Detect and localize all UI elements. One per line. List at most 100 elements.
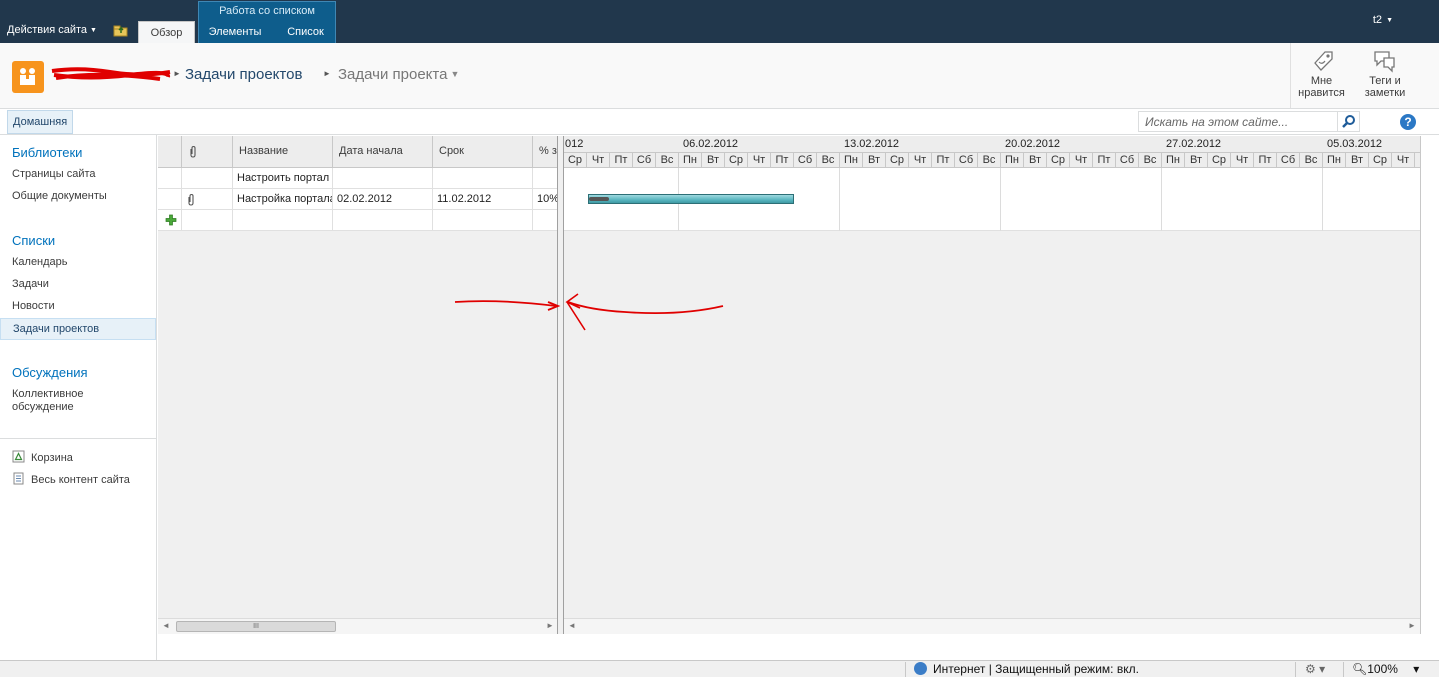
scroll-left-icon[interactable]: ◄ (568, 621, 576, 630)
week-label: 06.02.2012 (683, 138, 739, 150)
add-item-cell[interactable] (158, 210, 182, 231)
help-icon[interactable]: ? (1400, 114, 1416, 130)
all-site-content-link[interactable]: Весь контент сайта (12, 472, 130, 486)
tab-list[interactable]: Список (277, 21, 334, 43)
zoom-level: 100% (1367, 662, 1398, 676)
search-input[interactable]: Искать на этом сайте... (1138, 111, 1338, 132)
table-row[interactable]: Настройка портала 02.02.2012 11.02.2012 … (158, 189, 560, 210)
row-selector[interactable] (158, 168, 182, 189)
nav-header-lists[interactable]: Списки (12, 233, 55, 248)
scroll-right-icon[interactable]: ► (1408, 621, 1416, 630)
nav-header-libraries[interactable]: Библиотеки (12, 145, 82, 160)
day-label: Сб (1277, 153, 1300, 168)
due-date-cell[interactable] (433, 168, 533, 189)
grid-header-due-date[interactable]: Срок (433, 136, 533, 168)
empty-cell[interactable] (182, 210, 233, 231)
chevron-down-icon: ▾ (1413, 662, 1420, 676)
status-divider (1343, 662, 1344, 677)
note-board-icon (1374, 51, 1395, 73)
day-label: Сб (633, 153, 656, 168)
day-label: Вс (656, 153, 679, 168)
breadcrumb-view-selector[interactable]: Задачи проекта ▼ (338, 66, 459, 83)
site-actions-menu[interactable]: Действия сайта ▼ (7, 24, 97, 36)
start-date-cell[interactable]: 02.02.2012 (333, 189, 433, 210)
add-icon[interactable] (165, 214, 177, 226)
tab-items[interactable]: Элементы (201, 21, 269, 43)
scroll-left-icon[interactable]: ◄ (162, 621, 170, 630)
annotation-arrows (454, 293, 724, 331)
list-tools-title: Работа со списком (219, 5, 315, 17)
tab-browse[interactable]: Обзор (138, 21, 195, 43)
scroll-right-icon[interactable]: ► (546, 621, 554, 630)
grid-header-start-date[interactable]: Дата начала (333, 136, 433, 168)
gantt-chart-pane: 012 06.02.2012 13.02.2012 20.02.2012 27.… (564, 136, 1421, 634)
tags-notes-button[interactable]: Теги и заметки (1354, 43, 1416, 108)
start-date-cell[interactable] (333, 168, 433, 189)
security-zone[interactable]: Интернет | Защищенный режим: вкл. (914, 662, 1139, 676)
chart-horizontal-scrollbar[interactable]: ◄ ► (564, 618, 1420, 634)
topnav-home-link[interactable]: Домашняя (7, 110, 74, 134)
day-label: Вт (1024, 153, 1047, 168)
day-label: Ср (1208, 153, 1231, 168)
empty-cell[interactable] (233, 210, 333, 231)
week-gridline (839, 168, 840, 231)
grid-horizontal-scrollbar[interactable]: ◄ III ► (158, 618, 560, 634)
nav-header-discussions[interactable]: Обсуждения (12, 365, 88, 380)
nav-item-news[interactable]: Новости (12, 300, 55, 312)
chevron-down-icon: ▼ (90, 27, 97, 34)
day-label: Ср (564, 153, 587, 168)
site-content-icon (13, 472, 24, 485)
gantt-task-bar[interactable] (588, 194, 794, 204)
nav-item-team-discussion-line2[interactable]: обсуждение (12, 401, 74, 413)
gantt-week-header: 012 06.02.2012 13.02.2012 20.02.2012 27.… (564, 136, 1420, 153)
breadcrumb-list-link[interactable]: Задачи проектов (185, 66, 302, 83)
day-label: Пт (1093, 153, 1116, 168)
grid-header-title[interactable]: Название (233, 136, 333, 168)
row-selector[interactable] (158, 189, 182, 210)
zoom-icon: 🔍︎ (1352, 662, 1368, 676)
protected-mode-tools[interactable]: ⚙ ▾ (1305, 662, 1325, 676)
chevron-down-icon: ▼ (1386, 17, 1393, 24)
nav-item-tasks[interactable]: Задачи (12, 278, 49, 290)
zoom-control[interactable]: 🔍︎100% ▾ (1352, 662, 1419, 676)
table-row[interactable]: Настроить портал (158, 168, 560, 189)
recycle-bin-link[interactable]: Корзина (12, 450, 73, 464)
chevron-down-icon: ▾ (1319, 662, 1326, 676)
due-date-cell[interactable]: 11.02.2012 (433, 189, 533, 210)
empty-cell[interactable] (433, 210, 533, 231)
new-item-row[interactable] (158, 210, 560, 231)
nav-item-project-tasks[interactable]: Задачи проектов (0, 318, 156, 340)
navigate-up-icon[interactable] (113, 24, 129, 37)
nav-item-team-discussion-line1[interactable]: Коллективное (12, 388, 84, 400)
user-menu[interactable]: t2 ▼ (1373, 14, 1393, 26)
i-like-it-button[interactable]: Мне нравится (1290, 43, 1352, 108)
nav-item-site-pages[interactable]: Страницы сайта (12, 168, 96, 180)
day-label: Вт (1346, 153, 1369, 168)
breadcrumb-separator-icon: ► (323, 69, 331, 78)
tags-notes-label-2: заметки (1364, 87, 1406, 99)
paperclip-icon (188, 193, 194, 206)
day-label: Сб (1116, 153, 1139, 168)
grid-header-attachment[interactable] (182, 136, 233, 168)
day-label: Вт (863, 153, 886, 168)
title-cell[interactable]: Настроить портал (233, 168, 333, 189)
empty-cell[interactable] (333, 210, 433, 231)
week-label: 27.02.2012 (1166, 138, 1222, 150)
day-label: Сб (955, 153, 978, 168)
search-button[interactable] (1338, 111, 1360, 132)
attachment-cell (182, 168, 233, 189)
title-area: ► Задачи проектов ► Задачи проекта ▼ Мне … (0, 43, 1439, 109)
globe-icon (914, 662, 927, 675)
week-label: 20.02.2012 (1005, 138, 1061, 150)
gantt-day-header: Ср Чт Пт Сб Вс Пн Вт Ср Чт Пт Сб Вс Пн Вт Ср Чт Пт Сб Вс Пн… (564, 153, 1420, 168)
nav-item-shared-documents[interactable]: Общие документы (12, 190, 107, 202)
grid-header-blank (158, 136, 182, 168)
title-cell[interactable]: Настройка портала (233, 189, 333, 210)
week-gridline (1322, 168, 1323, 231)
site-logo[interactable] (12, 61, 44, 93)
scrollbar-thumb[interactable]: III (176, 621, 336, 632)
pane-splitter[interactable] (557, 136, 564, 634)
nav-item-calendar[interactable]: Календарь (12, 256, 68, 268)
day-label: Чт (909, 153, 932, 168)
browser-status-bar: Интернет | Защищенный режим: вкл. ⚙ ▾ 🔍︎… (0, 660, 1439, 677)
